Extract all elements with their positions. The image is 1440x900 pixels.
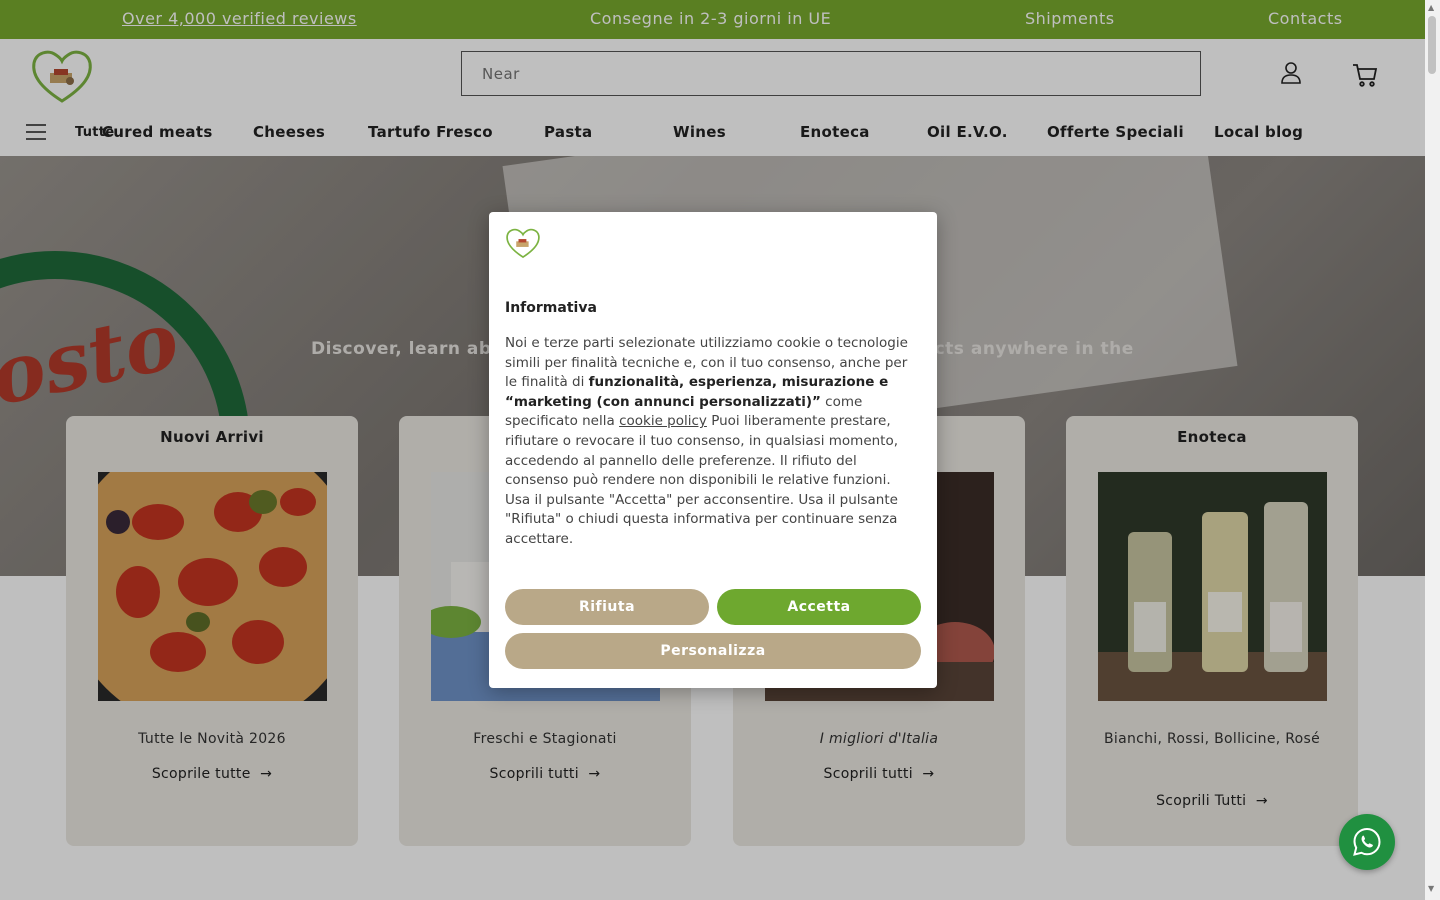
reviews-link[interactable]: Over 4,000 verified reviews [122,9,357,28]
hero-tagline-left: Discover, learn abou [311,339,517,359]
card-subtitle: Bianchi, Rossi, Bollicine, Rosé [1103,731,1321,747]
cookie-title: Informativa [505,300,597,316]
arrow-right-icon: → [1251,793,1268,809]
cookie-consent-dialog: Informativa Noi e terze parti selezionat… [489,212,937,688]
arrow-right-icon: → [583,766,601,782]
card-link-label: Scoprili Tutti [1156,793,1247,809]
cart-icon[interactable] [1352,63,1378,91]
hero-tagline-right: ucts anywhere in the [922,339,1134,359]
card-link-label: Scoprile tutte [151,766,251,782]
cookie-text: Noi e terze parti selezionate utilizziam… [505,334,921,550]
nav-item-blog[interactable]: Local blog [1214,123,1303,141]
card-subtitle: I migliori d'Italia [819,731,939,747]
scroll-up-icon[interactable]: ▲ [1428,3,1434,12]
nav-item-pasta[interactable]: Pasta [544,123,592,141]
dialog-logo [505,226,541,264]
cookie-text-part: Usa il pulsante "Accetta" per acconsenti… [505,491,898,547]
customize-button[interactable]: Personalizza [505,633,921,669]
card-title: Enoteca [1177,428,1247,446]
whatsapp-icon [1353,827,1381,856]
delivery-notice: Consegne in 2-3 giorni in UE [590,9,832,28]
announcement-bar: Over 4,000 verified reviews Consegne in … [0,0,1425,39]
site-header: Tutte Cured meats Cheeses Tartufo Fresco… [0,39,1425,157]
nav-item-offers[interactable]: Offerte Speciali [1047,123,1184,141]
arrow-right-icon: → [255,766,273,782]
card-link-label: Scoprili tutti [823,766,913,782]
card-link[interactable]: Scoprili tutti → [733,766,1025,782]
hamburger-menu-icon[interactable] [26,123,46,145]
scroll-down-icon[interactable]: ▼ [1428,884,1434,893]
scrollbar-thumb[interactable] [1428,16,1436,74]
reject-button[interactable]: Rifiuta [505,589,709,625]
site-logo[interactable] [30,47,94,105]
nav-item-tartufo[interactable]: Tartufo Fresco [368,123,493,141]
contacts-link[interactable]: Contacts [1268,9,1343,28]
category-card-new-arrivals[interactable]: Nuovi Arrivi Tutte le Novità 2026 Scopri… [66,416,358,846]
card-link[interactable]: Scoprili tutti → [399,766,691,782]
user-icon[interactable] [1280,61,1302,89]
category-card-enoteca[interactable]: Enoteca Bianchi, Rossi, Bollicine, Rosé … [1066,416,1358,846]
search-input[interactable] [462,52,1200,95]
nav-item-oil[interactable]: Oil E.V.O. [927,123,1008,141]
focaccia-image[interactable] [98,472,327,701]
nav-item-cured-meats[interactable]: Cured meats [102,123,213,141]
nav-item-enoteca[interactable]: Enoteca [800,123,870,141]
card-link[interactable]: Scoprile tutte → [66,766,358,782]
cookie-policy-link[interactable]: cookie policy [619,413,707,429]
page-scrollbar[interactable]: ▲ ▼ [1425,0,1440,900]
wine-bottles-image[interactable] [1098,472,1327,701]
card-subtitle: Tutte le Novità 2026 [138,731,286,747]
nav-item-cheeses[interactable]: Cheeses [253,123,325,141]
whatsapp-button[interactable] [1339,814,1395,870]
search-box[interactable] [461,51,1201,96]
card-link-label: Scoprili tutti [489,766,579,782]
accept-button[interactable]: Accetta [717,589,921,625]
card-link[interactable]: Scoprili Tutti → [1066,793,1358,809]
card-subtitle: Freschi e Stagionati [473,731,617,747]
card-title: Nuovi Arrivi [160,428,264,446]
shipments-link[interactable]: Shipments [1025,9,1115,28]
arrow-right-icon: → [917,766,935,782]
nav-item-wines[interactable]: Wines [673,123,726,141]
